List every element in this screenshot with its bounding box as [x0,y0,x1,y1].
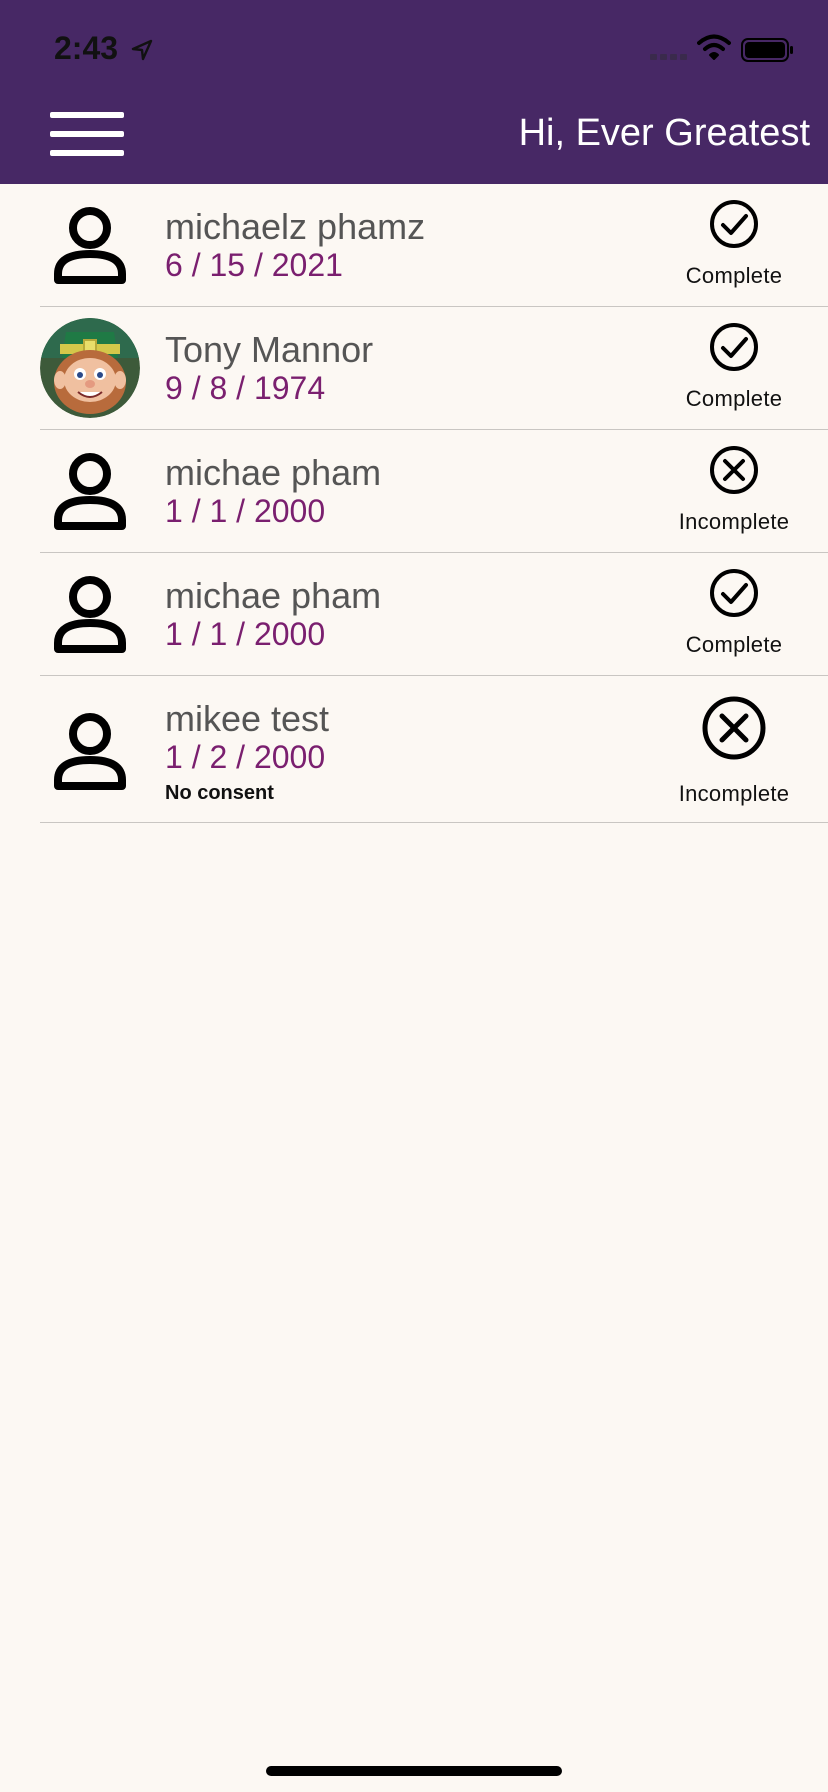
patient-name: Tony Mannor [165,329,374,370]
status-label: Incomplete [678,781,790,806]
location-arrow-icon [131,39,153,61]
check-circle-icon[interactable] [708,321,760,373]
list-item[interactable]: michae pham 1 / 1 / 2000 Complete [40,553,828,676]
avatar-photo [40,318,140,418]
patient-name: michaelz phamz [165,206,426,247]
patient-dob: 1 / 1 / 2000 [165,616,326,652]
status-label: Complete [685,263,783,288]
home-indicator[interactable] [266,1766,562,1776]
patient-dob: 1 / 2 / 2000 [165,739,326,775]
list-item[interactable]: michaelz phamz 6 / 15 / 2021 Complete [40,184,828,307]
app-header: 2:43 Hi, Ever Greatest [0,0,828,184]
person-icon [54,713,126,790]
list-item[interactable]: michae pham 1 / 1 / 2000 Incomplete [40,430,828,553]
list-item[interactable]: Tony Mannor 9 / 8 / 1974 Complete [40,307,828,430]
battery-icon [741,38,793,62]
signal-icon [650,54,687,60]
consent-note: No consent [165,782,274,804]
x-circle-icon[interactable] [708,444,760,496]
list-item[interactable]: mikee test 1 / 2 / 2000 No consent Incom… [40,676,828,823]
patient-name: michae pham [165,575,382,616]
patient-name: mikee test [165,698,330,739]
person-icon [54,453,126,530]
x-circle-icon[interactable] [699,693,769,763]
person-icon [54,576,126,653]
status-label: Complete [685,632,783,657]
person-icon [54,207,126,284]
hamburger-menu-icon[interactable] [50,110,126,158]
patient-dob: 6 / 15 / 2021 [165,247,343,283]
patient-name: michae pham [165,452,382,493]
greeting-text: Hi, Ever Greatest [518,112,810,154]
status-label: Complete [685,386,783,411]
check-circle-icon[interactable] [708,198,760,250]
status-label: Incomplete [678,509,790,534]
wifi-icon [697,34,731,60]
check-circle-icon[interactable] [708,567,760,619]
patient-dob: 1 / 1 / 2000 [165,493,326,529]
patient-dob: 9 / 8 / 1974 [165,370,326,406]
status-time: 2:43 [54,30,119,66]
